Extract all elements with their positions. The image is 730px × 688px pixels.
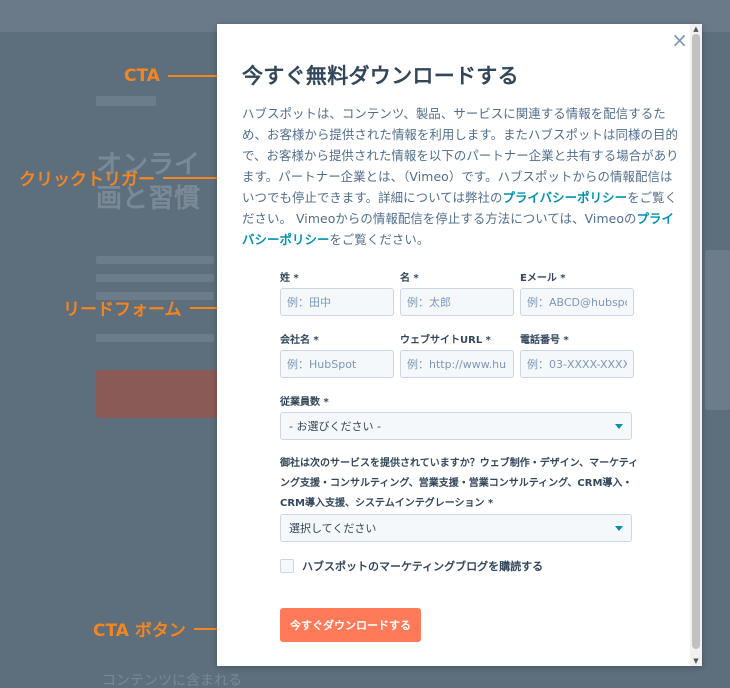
phone-input[interactable] — [520, 350, 634, 378]
employees-label: 従業員数 * — [280, 397, 329, 408]
download-submit-button[interactable]: 今すぐダウンロードする — [280, 608, 421, 642]
field-services: 御社は次のサービスを提供されていますか？ウェブ制作・デザイン、マーケティング支援… — [280, 454, 640, 542]
website-label: ウェブサイトURL * — [400, 335, 491, 346]
last-name-input[interactable] — [280, 288, 394, 316]
subscribe-checkbox[interactable] — [280, 559, 294, 573]
chevron-down-icon — [615, 423, 623, 429]
background-cta-button — [96, 370, 217, 418]
annotation-cta-button-label: CTA ボタン — [93, 621, 186, 641]
subscribe-row: ハブスポットのマーケティングブログを購読する — [280, 558, 640, 574]
field-email: Eメール * — [520, 272, 634, 316]
services-select[interactable]: 選択してください — [280, 514, 632, 542]
download-modal: × ▲ ▼ 今すぐ無料ダウンロードする ハブスポットは、コンテンツ、製品、サービ… — [217, 24, 702, 666]
field-website: ウェブサイトURL * — [400, 334, 514, 378]
services-selected-value: 選択してください — [289, 522, 377, 535]
scroll-up-icon[interactable]: ▲ — [692, 25, 700, 33]
modal-content: 今すぐ無料ダウンロードする ハブスポットは、コンテンツ、製品、サービスに関連する… — [242, 62, 682, 250]
lead-form: 姓 * 名 * Eメール * 会社名 * ウェブサイトUR — [280, 272, 640, 574]
field-phone: 電話番号 * — [520, 334, 634, 378]
annotation-click-trigger: クリックトリガー — [19, 165, 249, 190]
last-name-label: 姓 * — [280, 273, 299, 284]
modal-title: 今すぐ無料ダウンロードする — [242, 64, 519, 88]
modal-description: ハブスポットは、コンテンツ、製品、サービスに関連する情報を配信するため、お客様か… — [242, 103, 682, 250]
field-last-name: 姓 * — [280, 272, 394, 316]
employees-selected-value: - お選びください - — [289, 420, 381, 433]
form-row-name-email: 姓 * 名 * Eメール * — [280, 272, 640, 316]
services-label: 御社は次のサービスを提供されていますか？ウェブ制作・デザイン、マーケティング支援… — [280, 458, 639, 509]
field-employees: 従業員数 * - お選びください - — [280, 396, 640, 440]
first-name-input[interactable] — [400, 288, 514, 316]
background-illustration — [705, 250, 730, 410]
scroll-down-icon[interactable]: ▼ — [692, 657, 700, 665]
background-breadcrumb — [96, 96, 156, 106]
annotation-cta-label: CTA — [124, 66, 160, 86]
first-name-label: 名 * — [400, 273, 419, 284]
email-input[interactable] — [520, 288, 634, 316]
scroll-thumb[interactable] — [692, 34, 700, 649]
background-text-line — [96, 256, 214, 264]
description-text: をご覧ください。 — [329, 232, 430, 247]
employees-select[interactable]: - お選びください - — [280, 412, 632, 440]
company-input[interactable] — [280, 350, 394, 378]
screenshot-stage: オンライ 画と習慣 コンテンツに含まれる CTA クリックトリガー リードフォー… — [0, 0, 730, 688]
field-first-name: 名 * — [400, 272, 514, 316]
close-icon[interactable]: × — [671, 28, 688, 52]
background-text-line — [96, 274, 214, 282]
website-input[interactable] — [400, 350, 514, 378]
subscribe-label: ハブスポットのマーケティングブログを購読する — [302, 560, 544, 573]
email-label: Eメール * — [520, 273, 566, 284]
annotation-lead-form-label: リードフォーム — [63, 300, 182, 320]
field-company: 会社名 * — [280, 334, 394, 378]
form-row-company: 会社名 * ウェブサイトURL * 電話番号 * — [280, 334, 640, 378]
modal-scrollbar[interactable]: ▲ ▼ — [690, 24, 702, 666]
phone-label: 電話番号 * — [520, 335, 569, 346]
privacy-policy-link[interactable]: プライバシーポリシー — [502, 190, 627, 205]
background-footer-text: コンテンツに含まれる — [102, 673, 242, 688]
company-label: 会社名 * — [280, 335, 319, 346]
background-text-line — [96, 334, 214, 342]
chevron-down-icon — [615, 525, 623, 531]
annotation-click-trigger-label: クリックトリガー — [19, 170, 155, 190]
